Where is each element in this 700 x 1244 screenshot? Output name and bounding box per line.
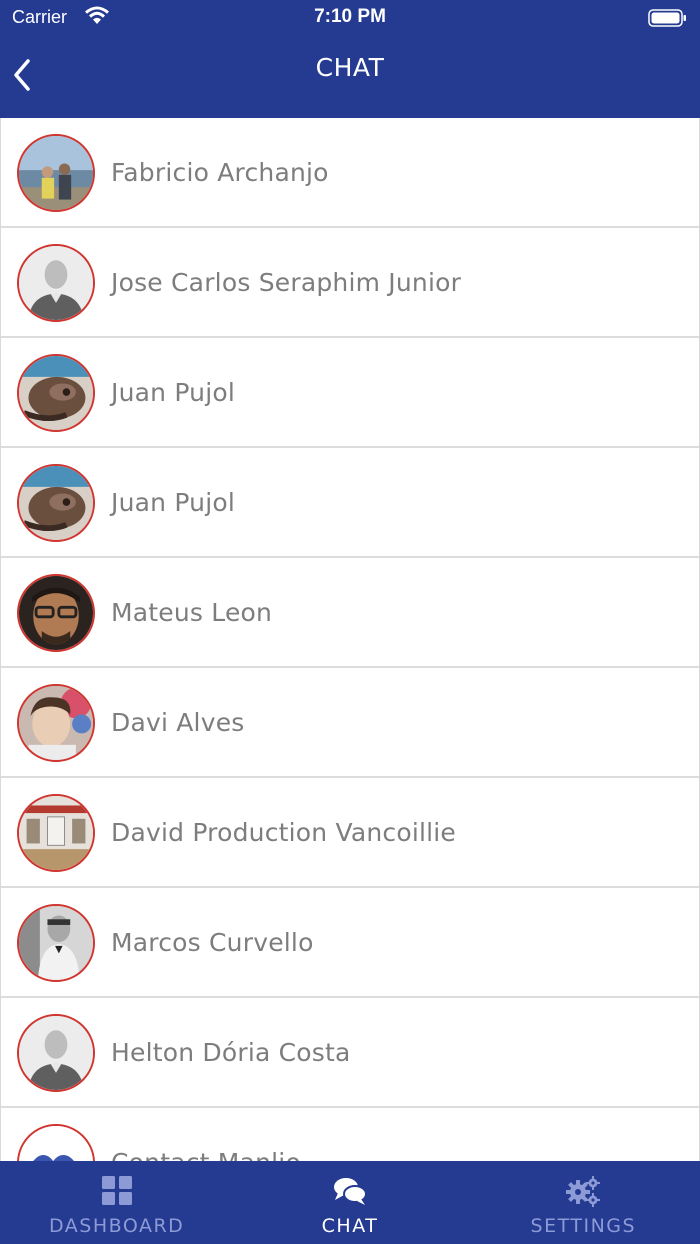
avatar	[17, 1014, 95, 1092]
contact-name: Juan Pujol	[111, 378, 235, 407]
page-title: CHAT	[315, 53, 385, 82]
battery-icon	[648, 9, 686, 27]
contact-row[interactable]: Helton Dória Costa	[1, 998, 699, 1108]
avatar	[17, 794, 95, 872]
navigation-header: Carrier 7:10 PM CHAT	[0, 0, 700, 118]
contact-name: Marcos Curvello	[111, 928, 314, 957]
tab-dashboard[interactable]: DASHBOARD	[0, 1161, 233, 1244]
avatar	[17, 464, 95, 542]
status-bar: Carrier 7:10 PM	[0, 0, 700, 36]
avatar	[17, 904, 95, 982]
contact-name: Juan Pujol	[111, 488, 235, 517]
tab-chat[interactable]: CHAT	[233, 1161, 466, 1244]
contact-name: Jose Carlos Seraphim Junior	[111, 268, 462, 297]
contact-row[interactable]: Jose Carlos Seraphim Junior	[1, 228, 699, 338]
tab-bar: DASHBOARD CHAT SETTINGS	[0, 1161, 700, 1244]
contact-row[interactable]: Marcos Curvello	[1, 888, 699, 998]
contact-row[interactable]: Contact Manlio	[1, 1108, 699, 1161]
contact-name: Davi Alves	[111, 708, 245, 737]
contact-row[interactable]: Juan Pujol	[1, 448, 699, 558]
contact-row[interactable]: David Production Vancoillie	[1, 778, 699, 888]
tab-settings[interactable]: SETTINGS	[467, 1161, 700, 1244]
avatar	[17, 354, 95, 432]
tab-label: SETTINGS	[530, 1215, 637, 1237]
contact-list[interactable]: Fabricio Archanjo Jose Carlos Seraphim J…	[0, 118, 700, 1161]
contact-row[interactable]: Davi Alves	[1, 668, 699, 778]
avatar	[17, 134, 95, 212]
grid-icon	[101, 1176, 132, 1205]
contact-name: Fabricio Archanjo	[111, 158, 329, 187]
contact-row[interactable]: Juan Pujol	[1, 338, 699, 448]
contact-row[interactable]: Fabricio Archanjo	[1, 118, 699, 228]
contact-row[interactable]: Mateus Leon	[1, 558, 699, 668]
chat-bubbles-icon	[333, 1178, 367, 1205]
avatar	[17, 1124, 95, 1161]
tab-label: DASHBOARD	[49, 1215, 185, 1237]
avatar	[17, 244, 95, 322]
contact-name: David Production Vancoillie	[111, 818, 457, 847]
avatar	[17, 574, 95, 652]
contact-name: Helton Dória Costa	[111, 1038, 351, 1067]
avatar	[17, 684, 95, 762]
contact-name: Mateus Leon	[111, 598, 273, 627]
status-time: 7:10 PM	[314, 6, 386, 27]
gears-icon	[566, 1176, 601, 1207]
contact-name: Contact Manlio	[111, 1108, 301, 1161]
tab-label: CHAT	[321, 1215, 379, 1237]
